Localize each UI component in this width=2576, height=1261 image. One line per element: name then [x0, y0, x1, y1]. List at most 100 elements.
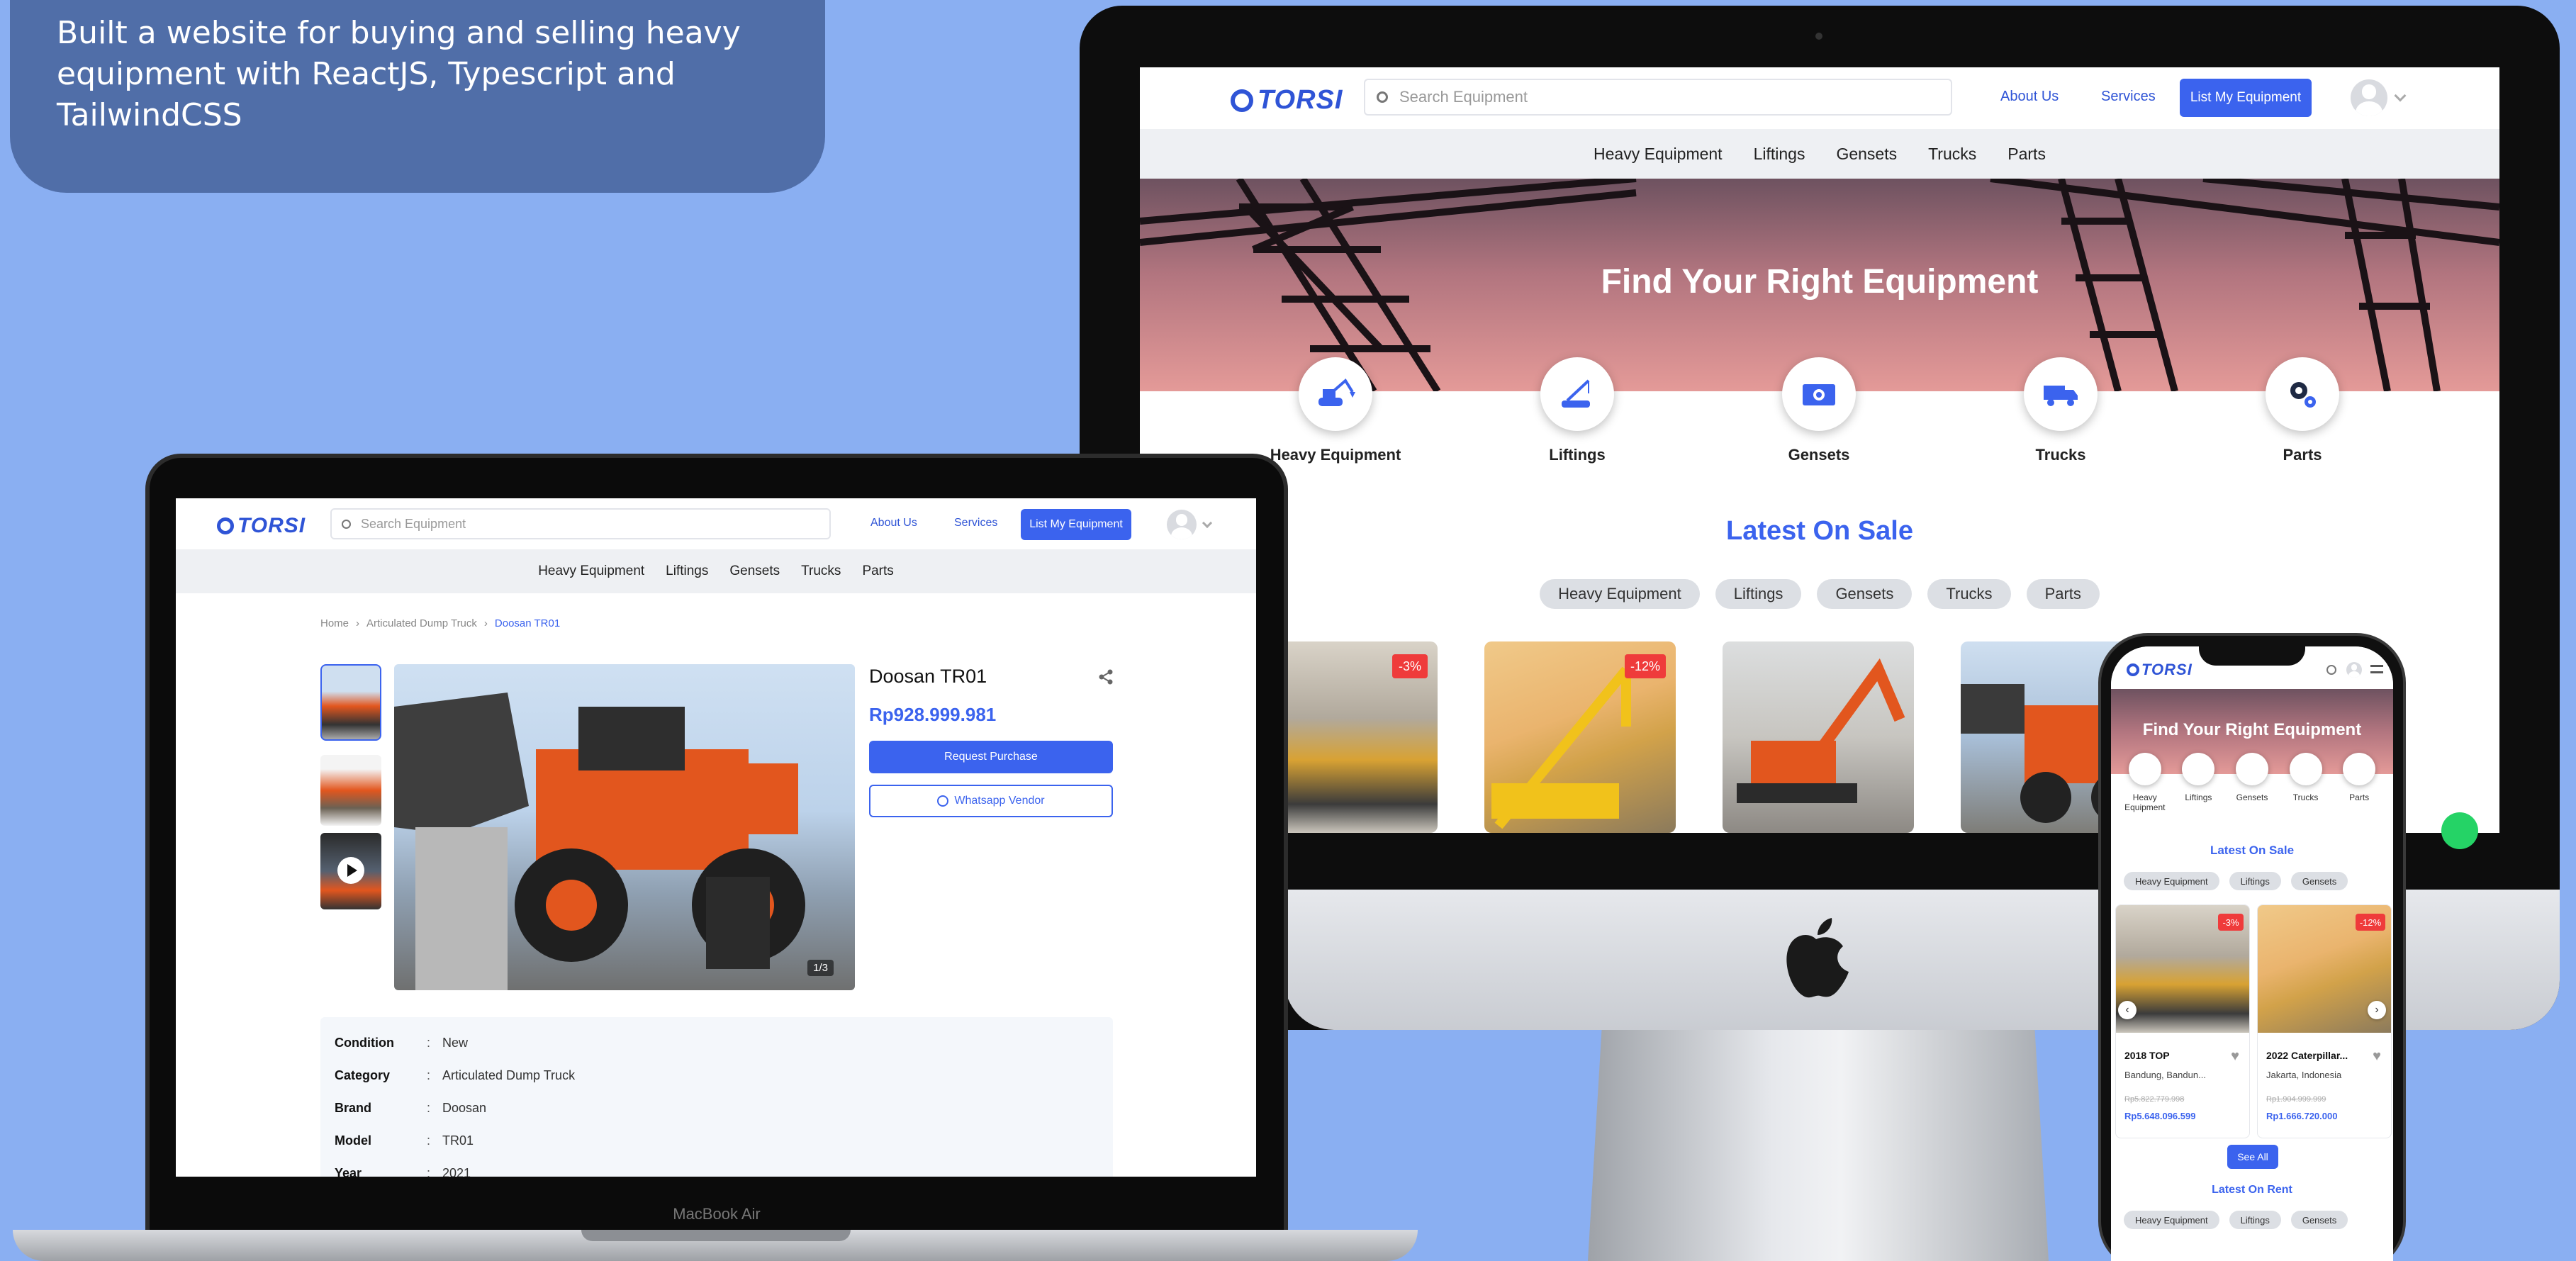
filter-pill[interactable]: Gensets — [2290, 872, 2348, 890]
nav-liftings[interactable]: Liftings — [1754, 145, 1805, 164]
mb-services-link[interactable]: Services — [954, 517, 997, 529]
nav-parts[interactable]: Parts — [862, 564, 893, 579]
mb-search-input[interactable] — [330, 508, 831, 539]
product-main-image[interactable]: 1/3 — [394, 664, 855, 990]
nav-parts[interactable]: Parts — [2007, 145, 2046, 164]
search-field[interactable] — [1399, 88, 1895, 106]
heart-icon[interactable]: ♥ — [2373, 1048, 2381, 1065]
filter-pill[interactable]: Heavy Equipment — [2124, 872, 2219, 890]
share-icon[interactable] — [1097, 668, 1114, 685]
phone-product-card[interactable]: -12% 2022 Caterpillar... ♥ Jakarta, Indo… — [2257, 904, 2392, 1138]
spec-value: Articulated Dump Truck — [442, 1068, 576, 1082]
generator-icon — [1803, 384, 1835, 405]
whatsapp-float-icon[interactable] — [2441, 812, 2478, 849]
search-field[interactable] — [361, 516, 786, 532]
breadcrumb-category[interactable]: Articulated Dump Truck — [366, 617, 477, 629]
phone-avatar[interactable] — [2346, 662, 2362, 678]
spec-label: Brand — [335, 1101, 372, 1115]
imac-camera — [1815, 33, 1822, 40]
mb-list-equipment-button[interactable]: List My Equipment — [1021, 509, 1131, 540]
filter-pill[interactable]: Liftings — [1715, 579, 1802, 609]
search-icon — [342, 519, 351, 529]
category-circle-parts[interactable] — [2266, 357, 2339, 431]
nav-liftings[interactable]: Liftings — [666, 564, 708, 579]
filter-pill[interactable]: Liftings — [2229, 872, 2281, 890]
whatsapp-vendor-button[interactable]: Whatsapp Vendor — [869, 785, 1113, 817]
play-icon[interactable] — [337, 857, 364, 884]
product-price: Rp928.999.981 — [869, 704, 997, 725]
category-circle-heavy-equipment[interactable] — [1299, 357, 1372, 431]
spec-row: Year:2021 — [335, 1166, 1099, 1177]
caption-bubble: Built a website for buying and selling h… — [10, 0, 825, 193]
gears-icon — [2343, 753, 2376, 785]
hero-title: Find Your Right Equipment — [1601, 263, 2039, 301]
card-price: Rp5.648.096.599 — [2124, 1111, 2196, 1121]
spec-value: 2021 — [442, 1166, 471, 1177]
category-circle-liftings[interactable] — [1540, 357, 1614, 431]
macbook-screen: TORSI About Us Services List My Equipmen… — [176, 498, 1256, 1177]
filter-pill[interactable]: Gensets — [1817, 579, 1913, 609]
phone-category-parts[interactable]: Parts — [2336, 753, 2382, 812]
filter-pill[interactable]: Parts — [2026, 579, 2100, 609]
thumbnail-active[interactable] — [320, 664, 381, 741]
phone-hero-title: Find Your Right Equipment — [2142, 720, 2362, 739]
nav-gensets[interactable]: Gensets — [1836, 145, 1897, 164]
image-counter: 1/3 — [807, 960, 834, 976]
imac-about-link[interactable]: About Us — [2000, 89, 2059, 105]
gears-icon — [2290, 382, 2316, 408]
nav-gensets[interactable]: Gensets — [729, 564, 780, 579]
carousel-prev-icon[interactable]: ‹ — [2118, 1001, 2137, 1019]
filter-pill[interactable]: Liftings — [2229, 1211, 2281, 1229]
breadcrumb-home[interactable]: Home — [320, 617, 349, 629]
mb-logo[interactable]: TORSI — [217, 514, 306, 538]
menu-icon[interactable] — [2370, 665, 2383, 673]
imac-logo[interactable]: TORSI — [1231, 85, 1343, 116]
latest-on-sale-title: Latest On Sale — [1726, 516, 1913, 546]
category-circle-trucks[interactable] — [2024, 357, 2098, 431]
imac-avatar[interactable] — [2351, 79, 2387, 116]
phone-category-gensets[interactable]: Gensets — [2229, 753, 2275, 812]
wheel-loader-photo-icon — [394, 693, 805, 990]
chevron-down-icon[interactable] — [1202, 517, 1213, 529]
spec-value: TR01 — [442, 1133, 474, 1148]
see-all-button[interactable]: See All — [2227, 1145, 2278, 1169]
discount-badge: -3% — [2218, 914, 2244, 931]
spec-row: Category: Articulated Dump Truck — [335, 1068, 1099, 1101]
nav-trucks[interactable]: Trucks — [801, 564, 841, 579]
discount-badge: -12% — [1625, 654, 1666, 678]
product-card-image[interactable] — [1723, 641, 1914, 833]
breadcrumb-separator-icon: › — [356, 617, 360, 629]
nav-trucks[interactable]: Trucks — [1928, 145, 1976, 164]
imac-services-link[interactable]: Services — [2101, 89, 2156, 105]
card-title: 2022 Caterpillar... — [2266, 1050, 2348, 1061]
request-purchase-button[interactable]: Request Purchase — [869, 741, 1113, 773]
caption-line-3: TailwindCSS — [57, 97, 242, 133]
phone-category-liftings[interactable]: Liftings — [2175, 753, 2221, 812]
product-card-image[interactable]: -12% — [1484, 641, 1676, 833]
imac-stand — [1588, 1030, 2049, 1261]
search-icon[interactable] — [2326, 665, 2336, 675]
carousel-next-icon[interactable]: › — [2368, 1001, 2386, 1019]
heart-icon[interactable]: ♥ — [2231, 1048, 2239, 1065]
filter-pill[interactable]: Heavy Equipment — [1540, 579, 1700, 609]
phone-product-card[interactable]: -3% 2018 TOP ♥ Bandung, Bandun... Rp5.82… — [2115, 904, 2250, 1138]
spec-label: Category — [335, 1068, 391, 1082]
mb-about-link[interactable]: About Us — [870, 517, 917, 529]
filter-pill[interactable]: Trucks — [1927, 579, 2011, 609]
phone-logo[interactable]: TORSI — [2127, 661, 2193, 679]
thumbnail-video[interactable] — [320, 833, 381, 909]
whatsapp-icon — [937, 795, 949, 807]
phone-category-heavy-equipment[interactable]: Heavy Equipment — [2122, 753, 2168, 812]
phone-category-trucks[interactable]: Trucks — [2283, 753, 2329, 812]
logo-ring-icon — [2127, 663, 2139, 676]
nav-heavy-equipment[interactable]: Heavy Equipment — [538, 564, 644, 579]
imac-search-input[interactable] — [1364, 79, 1952, 116]
thumbnail[interactable] — [320, 755, 381, 826]
filter-pill[interactable]: Gensets — [2290, 1211, 2348, 1229]
imac-list-equipment-button[interactable]: List My Equipment — [2180, 79, 2312, 117]
filter-pill[interactable]: Heavy Equipment — [2124, 1211, 2219, 1229]
chevron-down-icon[interactable] — [2394, 89, 2407, 102]
mb-avatar[interactable] — [1167, 510, 1197, 539]
category-circle-gensets[interactable] — [1782, 357, 1856, 431]
nav-heavy-equipment[interactable]: Heavy Equipment — [1594, 145, 1723, 164]
